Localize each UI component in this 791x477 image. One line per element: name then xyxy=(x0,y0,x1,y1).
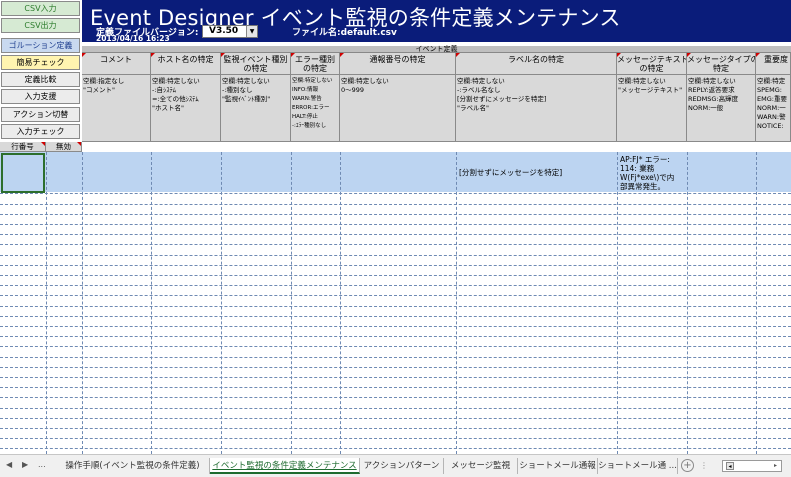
comment-marker-icon xyxy=(340,53,344,57)
column-header-event-type[interactable]: 監視イベント種別 の特定 xyxy=(221,53,291,75)
definition-compare-button[interactable]: 定義比較 xyxy=(1,72,80,87)
row-number-header: 行番号 xyxy=(0,142,46,152)
timestamp-label: 2013/04/16 16:23 xyxy=(96,34,170,43)
grid-row-line xyxy=(0,418,791,419)
add-sheet-icon[interactable]: + xyxy=(681,459,694,472)
desc-report-number: 空欄:特定しない 0〜999 xyxy=(340,75,456,142)
version-select[interactable]: V3.50 ▼ xyxy=(202,25,258,38)
tab-operation-procedure[interactable]: 操作手順(イベント監視の条件定義) xyxy=(56,458,210,474)
simple-check-button[interactable]: 簡易チェック xyxy=(1,55,80,70)
column-header-label-name[interactable]: ラベル名の特定 xyxy=(456,53,617,75)
csv-export-button[interactable]: CSV出力 xyxy=(1,18,80,33)
grid-row-line xyxy=(0,295,791,296)
grid-row-line xyxy=(0,357,791,358)
grid-row-line xyxy=(0,428,791,429)
comment-marker-icon xyxy=(41,142,45,146)
tab-prev-icon[interactable]: ◀ xyxy=(6,460,12,469)
column-header-error-type[interactable]: エラー種別 の特定 xyxy=(291,53,340,75)
grid-row-line xyxy=(0,387,791,388)
desc-host: 空欄:特定しない -:自ｼｽﾃﾑ =:全ての他ｼｽﾃﾑ "ホスト名" xyxy=(151,75,221,142)
grid-row-line xyxy=(0,377,791,378)
tab-shortmail-more[interactable]: ショートメール通 ... xyxy=(598,458,678,474)
comment-marker-icon xyxy=(617,53,621,57)
solution-definition-button[interactable]: ゴルーション定義 xyxy=(1,38,80,53)
event-definition-group-header: イベント定義 xyxy=(82,46,791,53)
scroll-left-icon[interactable]: ◂ xyxy=(726,462,734,470)
grid-row-line xyxy=(0,326,791,327)
header-banner: Event Designer イベント監視の条件定義メンテナンス 定義ファイルバ… xyxy=(82,0,791,43)
tab-shortmail-report[interactable]: ショートメール通報 xyxy=(518,458,598,474)
desc-comment: 空欄:指定なし "コメント" xyxy=(82,75,151,142)
chevron-down-icon[interactable]: ▼ xyxy=(246,26,257,37)
comment-marker-icon xyxy=(77,142,81,146)
grid-row-line xyxy=(0,397,791,398)
desc-error-type: 空欄:特定しない INFO:情報 WARN:警告 ERROR:エラー HALT:… xyxy=(291,75,340,142)
grid-row-line xyxy=(0,408,791,409)
grid-row-line xyxy=(0,336,791,337)
file-name-label: ファイル名:default.csv xyxy=(292,28,397,38)
tab-event-maintenance[interactable]: イベント監視の条件定義メンテナンス xyxy=(210,458,360,474)
grid-row-line xyxy=(0,367,791,368)
desc-message-text: 空欄:特定しない "メッセージテキスト" xyxy=(617,75,687,142)
grid-row-line xyxy=(0,224,791,225)
data-grid[interactable]: [分割せずにメッセージを特定] AP:FJ* エラー: 114: 業務 W(Fj… xyxy=(0,152,791,454)
grid-row-line xyxy=(0,193,791,194)
grid-row-line xyxy=(0,265,791,266)
horizontal-scrollbar[interactable]: ◂ ▸ xyxy=(722,460,782,472)
grid-row-line xyxy=(0,244,791,245)
comment-marker-icon xyxy=(151,53,155,57)
sheet-tab-bar: ◀ ▶ ... 操作手順(イベント監視の条件定義) イベント監視の条件定義メンテ… xyxy=(0,454,791,477)
grid-row-line xyxy=(0,306,791,307)
desc-message-type: 空欄:特定しない REPLY:返答要求 REDMSG:高輝度 NORM:一般 xyxy=(687,75,756,142)
tab-next-icon[interactable]: ▶ xyxy=(22,460,28,469)
row-header-bar: 行番号 無効 xyxy=(0,142,82,152)
message-text-cell[interactable]: AP:FJ* エラー: 114: 業務 W(Fj*exe\)で内 部異常発生。 xyxy=(620,155,674,191)
column-header-severity[interactable]: 重要度 xyxy=(756,53,791,75)
input-check-button[interactable]: 入力チェック xyxy=(1,124,80,139)
input-support-button[interactable]: 入力支援 xyxy=(1,89,80,104)
grid-row-line xyxy=(0,285,791,286)
desc-event-type: 空欄:特定しない -:種別なし "監視ｲﾍﾞﾝﾄ種別" xyxy=(221,75,291,142)
grid-row-line xyxy=(0,204,791,205)
disabled-header: 無効 xyxy=(46,142,82,152)
csv-import-button[interactable]: CSV入力 xyxy=(1,1,80,16)
tab-message-monitor[interactable]: メッセージ監視 xyxy=(444,458,518,474)
comment-marker-icon xyxy=(687,53,691,57)
grid-row-line xyxy=(0,275,791,276)
column-header-comment[interactable]: コメント xyxy=(82,53,151,75)
macro-button-panel: CSV入力 CSV出力 ゴルーション定義 簡易チェック 定義比較 入力支援 アク… xyxy=(0,0,82,142)
version-value: V3.50 xyxy=(209,26,239,36)
desc-severity: 空欄:特定 SPEMG: EMG:重要 NORM:一 WARN:警 NOTICE… xyxy=(756,75,791,142)
grid-row-line xyxy=(0,346,791,347)
grid-row-line xyxy=(0,234,791,235)
column-header-message-type[interactable]: メッセージタイプの 特定 xyxy=(687,53,756,75)
comment-marker-icon xyxy=(291,53,295,57)
tab-split-handle[interactable]: ⋮ xyxy=(700,461,708,470)
action-switch-button[interactable]: アクション切替 xyxy=(1,107,80,122)
comment-marker-icon xyxy=(756,53,760,57)
column-headers: コメント ホスト名の特定 監視イベント種別 の特定 エラー種別 の特定 通報番号… xyxy=(82,53,791,75)
desc-label-name: 空欄:特定しない -:ラベル名なし [分割せずにメッセージを特定] "ラベル名" xyxy=(456,75,617,142)
column-header-message-text[interactable]: メッセージテキスト の特定 xyxy=(617,53,687,75)
comment-marker-icon xyxy=(221,53,225,57)
label-name-cell[interactable]: [分割せずにメッセージを特定] xyxy=(459,168,562,177)
grid-row-line xyxy=(0,214,791,215)
grid-row-line xyxy=(0,448,791,449)
grid-row-line xyxy=(0,438,791,439)
tab-action-pattern[interactable]: アクションパターン xyxy=(360,458,444,474)
comment-marker-icon xyxy=(456,53,460,57)
column-header-host[interactable]: ホスト名の特定 xyxy=(151,53,221,75)
comment-marker-icon xyxy=(82,53,86,57)
tab-more-icon[interactable]: ... xyxy=(38,460,46,469)
scroll-right-icon[interactable]: ▸ xyxy=(771,462,780,470)
grid-row-line xyxy=(0,316,791,317)
column-descriptions: 空欄:指定なし "コメント" 空欄:特定しない -:自ｼｽﾃﾑ =:全ての他ｼｽ… xyxy=(82,75,791,142)
selected-cell[interactable] xyxy=(1,153,45,193)
grid-row-line xyxy=(0,255,791,256)
column-header-report-number[interactable]: 通報番号の特定 xyxy=(340,53,456,75)
